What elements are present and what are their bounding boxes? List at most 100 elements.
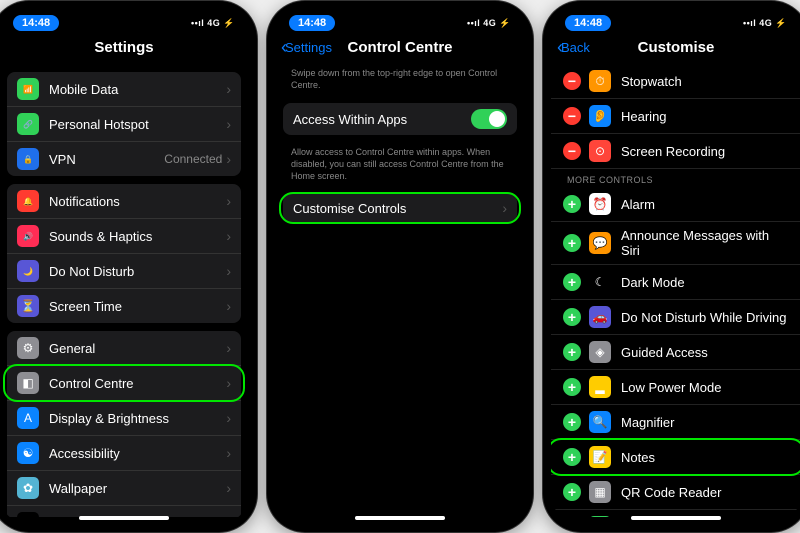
row-icon: ▦ — [589, 481, 611, 503]
more-row-do-not-disturb-while-driving[interactable]: + 🚗 Do Not Disturb While Driving — [551, 300, 800, 335]
hint-text: Allow access to Control Centre within ap… — [275, 143, 525, 186]
row-icon: ☾ — [589, 271, 611, 293]
back-button[interactable]: ‹Settings — [281, 37, 332, 58]
add-icon[interactable]: + — [563, 378, 581, 396]
row-icon: 💬 — [589, 232, 611, 254]
row-label: Stopwatch — [621, 74, 789, 89]
status-right: ••ıl 4G ⚡ — [191, 18, 235, 29]
toggle-on[interactable] — [471, 109, 507, 129]
row-icon: A — [17, 407, 39, 429]
add-icon[interactable]: + — [563, 234, 581, 252]
settings-row-screen-time[interactable]: ⏳Screen Time› — [7, 289, 241, 323]
add-icon[interactable]: + — [563, 448, 581, 466]
row-icon: 🚗 — [589, 306, 611, 328]
row-label: Display & Brightness — [49, 411, 226, 426]
page-title: Control Centre — [348, 39, 453, 56]
more-row-alarm[interactable]: +⏰Alarm — [551, 187, 800, 222]
more-row-dark-mode[interactable]: + ☾ Dark Mode — [551, 265, 800, 300]
settings-row-sounds-haptics[interactable]: 🔊 Sounds & Haptics› — [7, 219, 241, 254]
row-icon: 👂 — [589, 105, 611, 127]
more-row-qr-code-reader[interactable]: + ▦ QR Code Reader — [551, 475, 800, 510]
included-row[interactable]: −⊙ Screen Recording — [551, 134, 800, 169]
chevron-right-icon: › — [226, 410, 231, 426]
add-icon[interactable]: + — [563, 273, 581, 291]
chevron-right-icon: › — [502, 200, 507, 216]
hint-text: Swipe down from the top-right edge to op… — [275, 64, 525, 95]
row-icon: 🔒 — [17, 148, 39, 170]
chevron-right-icon: › — [226, 340, 231, 356]
settings-row-control-centre[interactable]: ◧Control Centre› — [7, 366, 241, 401]
remove-icon[interactable]: − — [563, 107, 581, 125]
remove-icon[interactable]: − — [563, 142, 581, 160]
row-label: Low Power Mode — [621, 380, 789, 395]
chevron-right-icon: › — [226, 81, 231, 97]
row-label: Dark Mode — [621, 275, 789, 290]
row-icon: 🔊 — [17, 225, 39, 247]
page-title: Customise — [638, 39, 715, 56]
settings-row-notifications[interactable]: 🔔 Notifications› — [7, 184, 241, 219]
add-icon[interactable]: + — [563, 343, 581, 361]
chevron-right-icon: › — [226, 480, 231, 496]
back-button[interactable]: ‹Back — [557, 37, 590, 58]
row-label: General — [49, 341, 226, 356]
access-within-apps-row[interactable]: Access Within Apps — [283, 103, 517, 135]
included-row[interactable]: −⏱ Stopwatch — [551, 64, 800, 99]
settings-row-personal-hotspot[interactable]: 🔗Personal Hotspot› — [7, 107, 241, 142]
settings-row-display-brightness[interactable]: A Display & Brightness› — [7, 401, 241, 436]
chevron-right-icon: › — [226, 116, 231, 132]
row-label: Notifications — [49, 194, 226, 209]
settings-row-do-not-disturb[interactable]: 🌙Do Not Disturb› — [7, 254, 241, 289]
row-label: Screen Recording — [621, 144, 789, 159]
row-icon: ⏳ — [17, 295, 39, 317]
settings-row-general[interactable]: ⚙General› — [7, 331, 241, 366]
status-right: ••ıl 4G ⚡ — [743, 18, 787, 29]
included-row[interactable]: −👂 Hearing — [551, 99, 800, 134]
settings-row-mobile-data[interactable]: 📶Mobile Data› — [7, 72, 241, 107]
row-label: Announce Messages with Siri — [621, 228, 789, 258]
row-label: Hearing — [621, 109, 789, 124]
customise-controls-row[interactable]: Customise Controls› — [283, 194, 517, 222]
row-icon: ◧ — [17, 372, 39, 394]
home-indicator[interactable] — [631, 516, 721, 520]
row-label: Wallpaper — [49, 481, 226, 496]
chevron-right-icon: › — [226, 228, 231, 244]
settings-row-accessibility[interactable]: ☯Accessibility› — [7, 436, 241, 471]
add-icon[interactable]: + — [563, 413, 581, 431]
more-row-magnifier[interactable]: + 🔍 Magnifier — [551, 405, 800, 440]
row-label: Notes — [621, 450, 789, 465]
settings-row-wallpaper[interactable]: ✿ Wallpaper› — [7, 471, 241, 506]
row-icon: ☯ — [17, 442, 39, 464]
row-label: QR Code Reader — [621, 485, 789, 500]
chevron-right-icon: › — [226, 263, 231, 279]
row-icon: ◈ — [589, 341, 611, 363]
add-icon[interactable]: + — [563, 195, 581, 213]
row-icon: ✿ — [17, 477, 39, 499]
row-label: Control Centre — [49, 376, 226, 391]
more-row-announce-messages-with-siri[interactable]: + 💬 Announce Messages with Siri — [551, 222, 800, 265]
row-icon: 🔍 — [589, 411, 611, 433]
more-row-guided-access[interactable]: +◈Guided Access — [551, 335, 800, 370]
row-label: Do Not Disturb While Driving — [621, 310, 789, 325]
add-icon[interactable]: + — [563, 308, 581, 326]
chevron-right-icon: › — [226, 151, 231, 167]
row-icon: ◉ — [17, 512, 39, 517]
row-label: Alarm — [621, 197, 789, 212]
row-icon: ⏱ — [589, 70, 611, 92]
row-icon: ⊙ — [589, 140, 611, 162]
row-icon: 🔔 — [17, 190, 39, 212]
home-indicator[interactable] — [355, 516, 445, 520]
chevron-right-icon: › — [226, 193, 231, 209]
nav-bar: ‹Back Customise — [551, 33, 800, 64]
home-indicator[interactable] — [79, 516, 169, 520]
page-title: Settings — [94, 39, 153, 56]
nav-bar: Settings — [0, 33, 249, 64]
add-icon[interactable]: + — [563, 483, 581, 501]
more-row-low-power-mode[interactable]: +▂Low Power Mode — [551, 370, 800, 405]
chevron-right-icon: › — [226, 515, 231, 517]
remove-icon[interactable]: − — [563, 72, 581, 90]
more-row-notes[interactable]: +📝Notes — [551, 440, 800, 475]
row-label: Sounds & Haptics — [49, 229, 226, 244]
settings-row-vpn[interactable]: 🔒VPNConnected› — [7, 142, 241, 176]
row-label: Magnifier — [621, 415, 789, 430]
chevron-right-icon: › — [226, 445, 231, 461]
